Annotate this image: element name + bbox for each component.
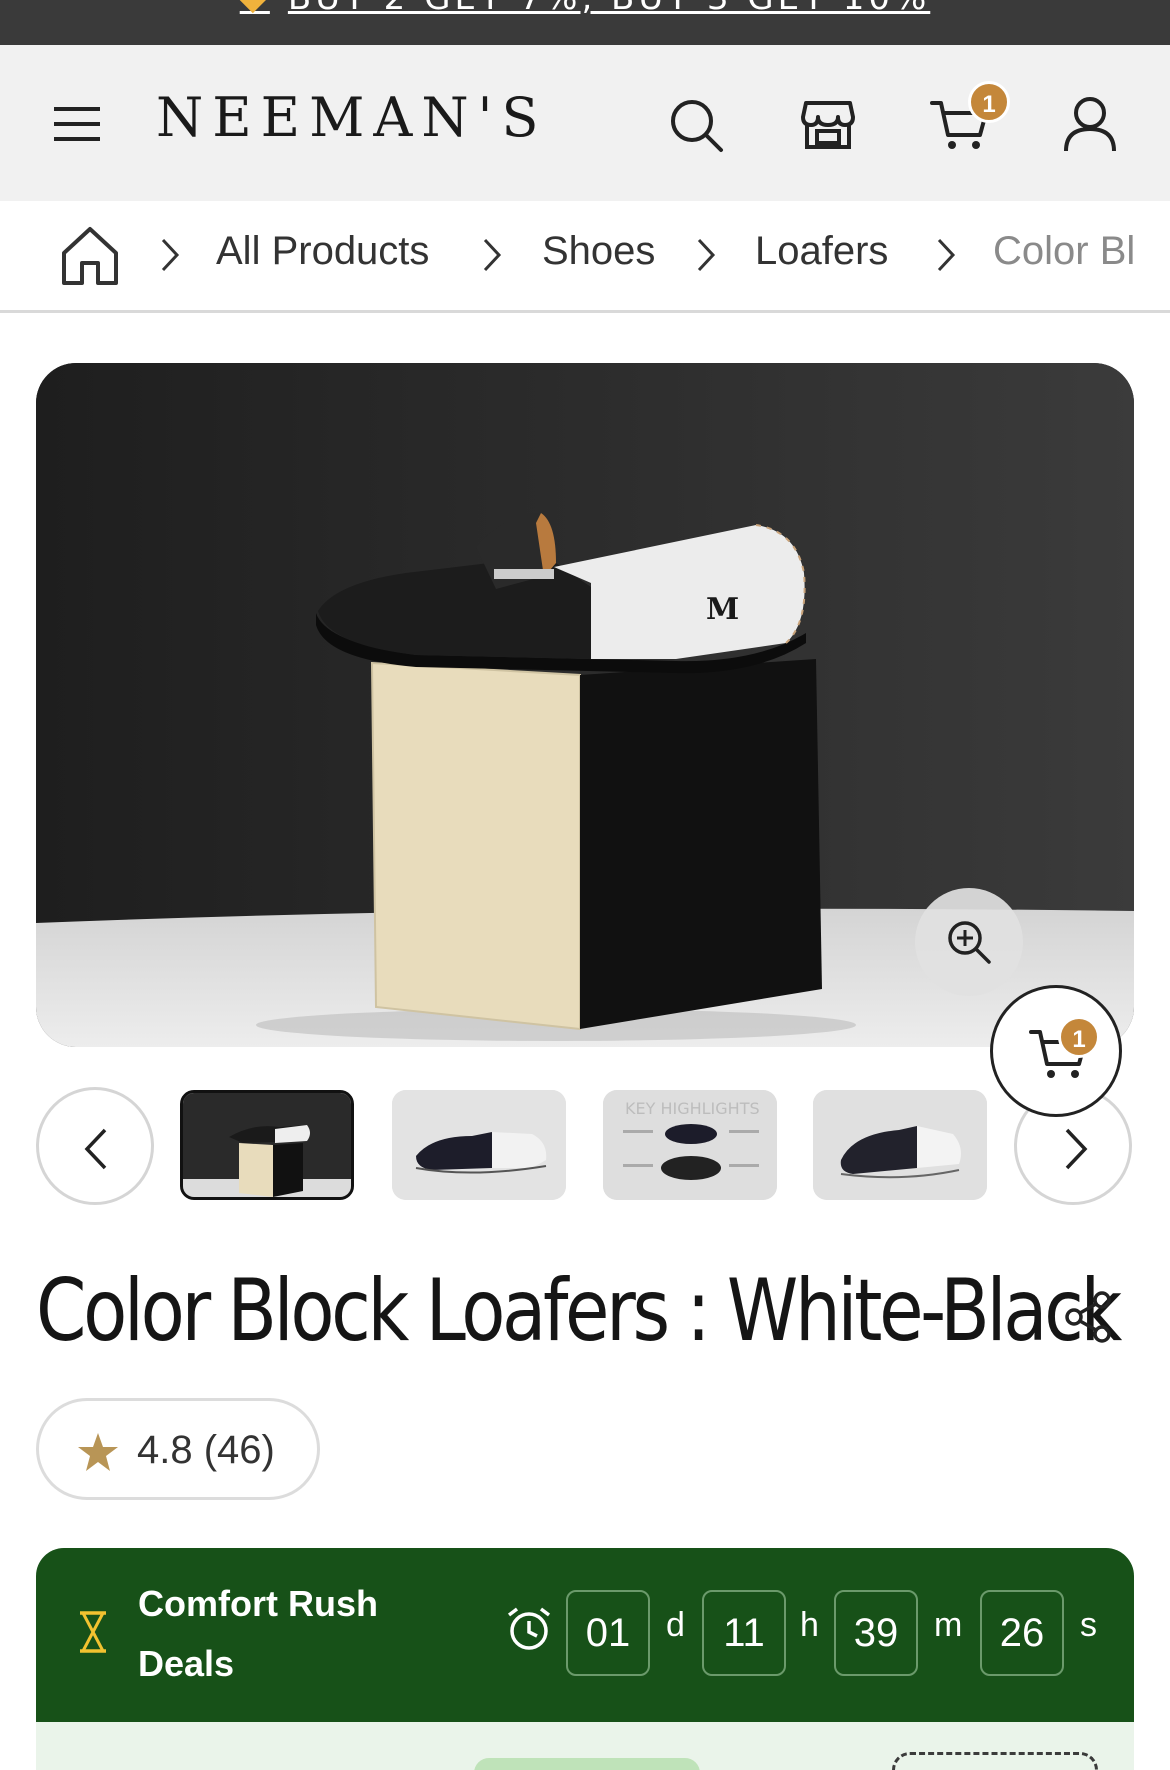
hourglass-icon — [80, 1611, 106, 1653]
coupon-card[interactable] — [892, 1752, 1098, 1770]
thumbnail-3[interactable]: KEY HIGHLIGHTS — [603, 1090, 777, 1200]
thumbnail-4[interactable] — [813, 1090, 987, 1200]
home-icon[interactable] — [60, 225, 120, 287]
zoom-button[interactable] — [915, 888, 1023, 996]
breadcrumb: All Products Shoes Loafers Color Bl — [0, 201, 1170, 313]
floating-cart-count-badge: 1 — [1058, 1016, 1100, 1058]
thumbnail-image — [183, 1093, 351, 1197]
alarm-clock-icon — [507, 1607, 551, 1650]
timer-days-unit: d — [666, 1606, 685, 1644]
svg-text:M: M — [706, 592, 739, 627]
timer-hours-unit: h — [800, 1606, 819, 1644]
star-icon — [78, 1433, 118, 1471]
breadcrumb-shoes[interactable]: Shoes — [542, 229, 655, 274]
chevron-right-icon — [697, 238, 716, 272]
timer-seconds: 26 — [980, 1590, 1064, 1676]
chevron-right-icon — [937, 238, 956, 272]
gallery-prev-button[interactable] — [36, 1087, 154, 1205]
offer-tag — [474, 1758, 700, 1770]
promo-text: BUY 2 GET 7%, BUY 3 GET 10% — [288, 0, 930, 18]
promo-link[interactable]: ◆ BUY 2 GET 7%, BUY 3 GET 10% — [0, 0, 1170, 18]
chevron-right-icon — [483, 238, 502, 272]
zoom-in-icon — [948, 921, 991, 964]
timer-seconds-unit: s — [1080, 1606, 1097, 1644]
timer-hours: 11 — [702, 1590, 786, 1676]
brand-logo[interactable]: NEEMAN'S — [156, 91, 547, 145]
thumbnail-2[interactable] — [392, 1090, 566, 1200]
promo-bullet-icon: ◆ — [240, 0, 270, 18]
store-icon[interactable] — [800, 97, 856, 153]
site-header: NEEMAN'S 1 — [0, 45, 1170, 201]
timer-minutes-unit: m — [934, 1606, 963, 1644]
breadcrumb-all-products[interactable]: All Products — [216, 229, 429, 274]
thumbnail-image — [392, 1090, 566, 1200]
deal-title: Comfort Rush Deals — [138, 1583, 378, 1684]
timer-minutes: 39 — [834, 1590, 918, 1676]
breadcrumb-current: Color Bl — [993, 229, 1136, 273]
thumbnail-caption: KEY HIGHLIGHTS — [625, 1099, 760, 1118]
share-icon[interactable] — [1064, 1290, 1114, 1344]
chevron-right-icon — [161, 238, 180, 272]
chevron-right-icon — [1065, 1128, 1088, 1170]
chevron-left-icon — [84, 1128, 107, 1170]
deal-banner: Comfort Rush Deals 01 d 11 h 39 m 26 s — [36, 1548, 1134, 1722]
breadcrumb-loafers[interactable]: Loafers — [755, 229, 888, 274]
search-icon[interactable] — [668, 97, 724, 153]
menu-icon[interactable] — [54, 105, 102, 143]
thumbnail-image — [813, 1090, 987, 1200]
offer-section — [36, 1722, 1134, 1770]
product-title: Color Block Loafers : White-Black — [36, 1261, 1122, 1361]
floating-cart-button[interactable] — [990, 985, 1122, 1117]
user-icon[interactable] — [1062, 95, 1118, 153]
thumbnail-image: KEY HIGHLIGHTS — [603, 1090, 777, 1200]
thumbnail-1[interactable] — [180, 1090, 354, 1200]
rating-badge[interactable]: 4.8 (46) — [36, 1398, 320, 1500]
rating-text: 4.8 (46) — [137, 1428, 275, 1472]
timer-days: 01 — [566, 1590, 650, 1676]
promo-bar: ◆ BUY 2 GET 7%, BUY 3 GET 10% — [0, 0, 1170, 45]
cart-count-badge: 1 — [968, 81, 1010, 123]
